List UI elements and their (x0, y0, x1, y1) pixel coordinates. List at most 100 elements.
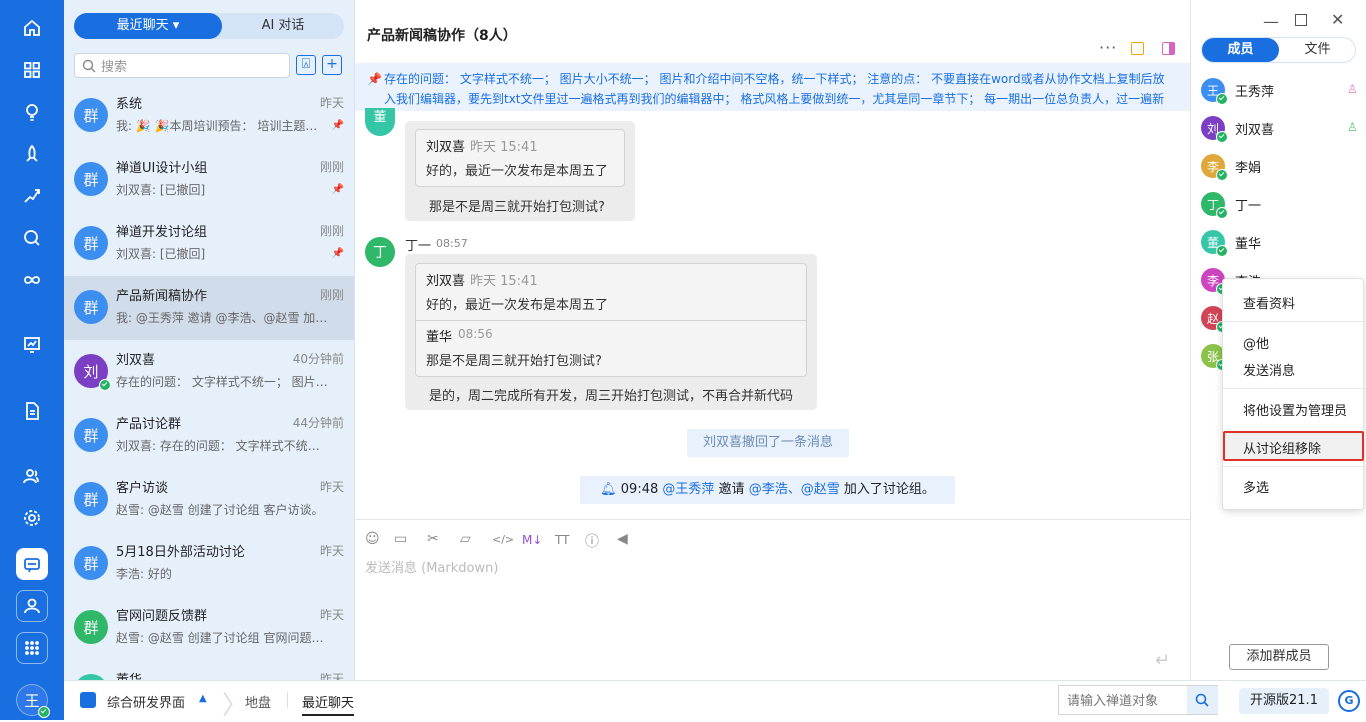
member-context-menu: 查看资料 @他 发送消息 将他设置为管理员 从讨论组移除 多选 (1222, 278, 1365, 510)
chat-list-item[interactable]: 群 客户访谈 昨天 赵雪: @赵雪 创建了讨论组 客户访谈。 (64, 468, 354, 532)
reminder-icon[interactable] (1131, 42, 1144, 55)
sender-avatar[interactable]: 董 (365, 108, 395, 136)
chat-icon[interactable] (16, 548, 48, 580)
tab-members[interactable]: 成员 (1202, 38, 1279, 62)
chat-list-item[interactable]: 群 禅道开发讨论组 刚刚 刘双喜: [已撤回] 📌 (64, 212, 354, 276)
font-size-icon[interactable]: TT (555, 533, 569, 547)
tab-ai-chat[interactable]: AI 对话 (222, 13, 344, 39)
quoted-message[interactable]: 刘双喜 昨天 15:41 好的，最近一次发布是本周五了 (415, 129, 625, 187)
chat-preview: 刘双喜: [已撤回] (116, 247, 206, 261)
menu-set-admin[interactable]: 将他设置为管理员 (1243, 400, 1347, 419)
add-chat-icon[interactable]: + (322, 55, 342, 75)
chat-avatar-letter: 群 (83, 170, 99, 189)
workspace-name[interactable]: 综合研发界面 (107, 692, 185, 711)
member-item[interactable]: 李李娟 (1201, 154, 1361, 181)
chat-name: 系统 (116, 97, 143, 112)
infinity-icon[interactable] (16, 264, 48, 296)
chat-list-item[interactable]: 群 官网问题反馈群 昨天 赵雪: @赵雪 创建了讨论组 官网问题反... (64, 596, 354, 660)
chat-list-item[interactable]: 群 产品新闻稿协作 刚刚 我: @王秀萍 邀请 @李浩、@赵雪 加入... (64, 276, 354, 340)
markdown-icon[interactable]: M↓ (522, 533, 542, 547)
message-input[interactable]: 发送消息 (Markdown) (365, 557, 498, 576)
quote-time: 08:56 (458, 327, 493, 341)
member-item[interactable]: 刘刘双喜 ♙ (1201, 116, 1361, 143)
doc-icon[interactable] (16, 395, 48, 427)
grid-icon[interactable] (16, 632, 48, 664)
chat-list-item[interactable]: 群 5月18日外部活动讨论 昨天 李浩: 好的 (64, 532, 354, 596)
pinned-notice[interactable]: 📌 存在的问题： 文字样式不统一； 图片大小不统一； 图片和介绍中间不空格，统一… (355, 63, 1190, 111)
menu-multi-select[interactable]: 多选 (1243, 477, 1269, 496)
close-icon[interactable]: ✕ (1331, 10, 1344, 29)
tab-files[interactable]: 文件 (1279, 38, 1356, 62)
caret-up-icon[interactable]: ▲ (199, 693, 207, 704)
search-icon[interactable] (16, 222, 48, 254)
member-item[interactable]: 董董华 (1201, 230, 1361, 257)
menu-remove-from-group[interactable]: 从讨论组移除 (1243, 438, 1321, 457)
voice-icon[interactable]: ◀ (617, 531, 628, 547)
add-member-button[interactable]: 添加群成员 (1229, 644, 1329, 670)
board-icon[interactable] (16, 329, 48, 361)
object-search-input[interactable] (1067, 692, 1185, 708)
chat-preview: 赵雪: @赵雪 创建了讨论组 客户访谈。 (116, 503, 324, 517)
help-icon[interactable]: ⓘ (585, 531, 599, 551)
pin-icon: 📌 (367, 72, 382, 86)
invite-notice: 🔔︎ 09:48 @王秀萍 邀请 @李浩、@赵雪 加入了讨论组。 (580, 476, 955, 504)
screenshot-icon[interactable]: ✂ (427, 531, 439, 547)
quoted-messages[interactable]: 刘双喜 昨天 15:41 好的，最近一次发布是本周五了 董华 08:56 那是不… (415, 263, 807, 377)
contacts-icon[interactable]: ⍓ (296, 55, 316, 75)
menu-mention[interactable]: @他 (1243, 333, 1269, 352)
message-bubble[interactable]: 刘双喜 昨天 15:41 好的，最近一次发布是本周五了 董华 08:56 那是不… (405, 254, 817, 410)
chat-list-item[interactable]: 群 禅道UI设计小组 刚刚 刘双喜: [已撤回] 📌 (64, 148, 354, 212)
more-icon[interactable]: ··· (1099, 38, 1117, 57)
user-icon[interactable] (16, 590, 48, 622)
version-badge[interactable]: 开源版21.1 (1239, 688, 1329, 714)
breadcrumb-current[interactable]: 最近聊天 (302, 692, 355, 716)
chat-preview: 刘双喜: 存在的问题： 文字样式不统一；... (116, 439, 328, 453)
sender-avatar[interactable]: 丁 (365, 237, 395, 267)
code-icon[interactable]: </> (492, 533, 514, 546)
quote-divider (416, 320, 806, 321)
idea-icon[interactable] (16, 96, 48, 128)
sidebar-toggle-icon[interactable] (1162, 42, 1175, 55)
member-avatar: 刘 (1201, 116, 1228, 143)
online-badge (1216, 131, 1228, 143)
quote-text: 那是不是周三就开始打包测试? (426, 354, 602, 369)
message-bubble[interactable]: 刘双喜 昨天 15:41 好的，最近一次发布是本周五了 那是不是周三就开始打包测… (405, 121, 635, 221)
settings-icon[interactable] (16, 502, 48, 534)
image-icon[interactable]: ▭ (394, 531, 407, 547)
member-item[interactable]: 王王秀萍 ♙ (1201, 78, 1361, 105)
rocket-icon[interactable] (16, 138, 48, 170)
chat-title: 产品新闻稿协作（8人） (367, 28, 517, 44)
maximize-icon[interactable] (1295, 14, 1307, 26)
chat-list-item[interactable]: 刘 刘双喜 40分钟前 存在的问题： 文字样式不统一； 图片大小... (64, 340, 354, 404)
my-avatar[interactable]: 王 (16, 684, 50, 718)
mention-link[interactable]: @李浩、@赵雪 (749, 482, 840, 497)
send-icon[interactable]: ↵ (1155, 650, 1170, 671)
search-icon (82, 59, 96, 73)
menu-view-profile[interactable]: 查看资料 (1243, 293, 1295, 312)
chat-avatar: 群 (74, 482, 108, 516)
mention-link[interactable]: @王秀萍 (662, 482, 714, 497)
chat-avatar: 刘 (74, 354, 111, 391)
object-search-button[interactable] (1187, 686, 1218, 714)
zentao-logo-icon[interactable]: G (1338, 690, 1360, 712)
tab-recent-chats[interactable]: 最近聊天 ▾ (74, 13, 222, 39)
minimize-icon[interactable]: — (1263, 12, 1279, 31)
chat-avatar: 群 (74, 546, 108, 580)
quote-sender: 刘双喜 (426, 274, 466, 289)
home-icon[interactable] (16, 12, 48, 44)
menu-send-message[interactable]: 发送消息 (1243, 360, 1295, 379)
chat-name: 禅道开发讨论组 (116, 225, 208, 240)
breadcrumb-home[interactable]: 地盘 (245, 692, 271, 711)
emoji-icon[interactable]: ☺ (365, 531, 380, 547)
chat-name: 产品新闻稿协作 (116, 289, 208, 304)
apps-icon[interactable] (16, 54, 48, 86)
sprint-icon[interactable] (16, 180, 48, 212)
chat-list-item[interactable]: 董董华昨天 (64, 660, 354, 680)
message-text: 是的，周二完成所有开发，周三开始打包测试，不再合并新代码 (429, 389, 794, 404)
folder-icon[interactable]: ▱ (460, 531, 471, 547)
chat-list-item[interactable]: 群 系统 昨天 我: 🎉 🎉本周培训预告： 培训主题：... 📌 (64, 84, 354, 148)
team-icon[interactable] (16, 460, 48, 492)
chat-search-input[interactable] (101, 57, 281, 75)
chat-list-item[interactable]: 群 产品讨论群 44分钟前 刘双喜: 存在的问题： 文字样式不统一；... (64, 404, 354, 468)
member-item[interactable]: 丁丁一 (1201, 192, 1361, 219)
